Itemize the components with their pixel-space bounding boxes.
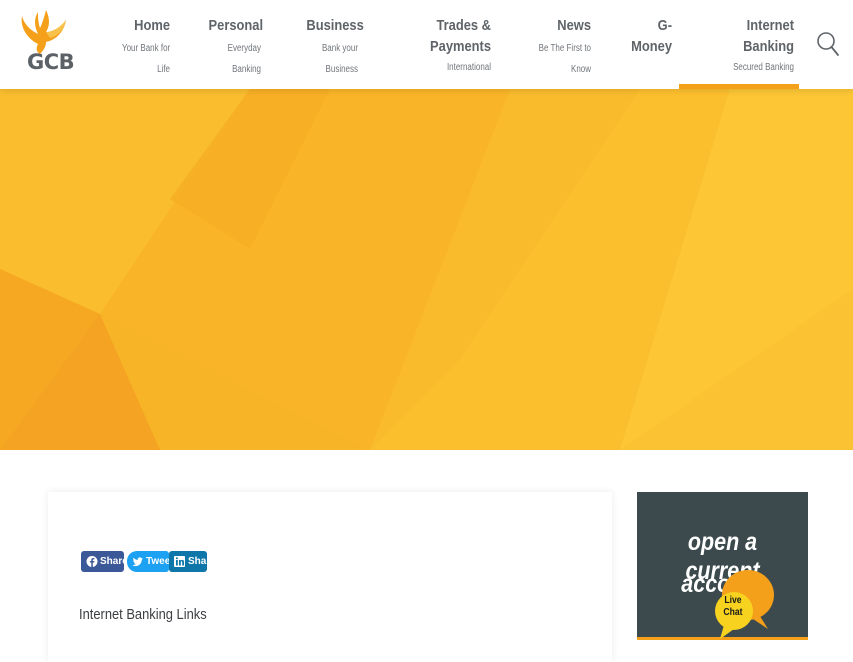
twitter-icon [132,555,144,568]
facebook-share-label: Share [100,556,128,567]
nav-trades-sub-1: International [446,62,491,73]
nav-personal-title: Personal [208,17,264,34]
nav-trades-title-2: Payments [430,38,491,55]
nav-news[interactable]: News Be The First to Know [520,15,591,80]
facebook-icon [86,555,98,568]
section-title: Internet Banking Links [79,606,207,623]
nav-internet-banking[interactable]: Internet Banking Secured Banking [712,15,794,78]
search-icon[interactable] [816,30,840,58]
logo-text: GCB [27,50,75,74]
nav-internet-sub-1: Secured Banking [733,62,794,73]
nav-business-title: Business [306,17,364,34]
nav-trades-title-1: Trades & [436,17,491,34]
linkedin-icon [174,555,186,568]
nav-business-sub-1: Bank your [321,43,358,54]
nav-home[interactable]: Home Your Bank for Life [110,15,170,80]
nav-personal[interactable]: Personal Everyday Banking [200,15,264,80]
nav-personal-sub-1: Everyday [227,43,261,54]
nav-internet-title-1: Internet [746,17,794,34]
nav-gmoney-title-2: Money [631,38,672,55]
nav-news-title: News [557,17,591,34]
live-chat-line-2: Chat [723,607,743,618]
nav-home-title: Home [134,17,170,34]
nav-internet-title-2: Banking [743,38,794,55]
linkedin-share-button[interactable]: Share [169,551,216,572]
live-chat-label[interactable]: Live Chat [718,595,749,619]
linkedin-share-label: Share [188,556,216,567]
nav-personal-sub-2: Banking [232,64,261,75]
hero-banner [0,89,853,450]
facebook-share-button[interactable]: Share [81,551,128,572]
nav-gmoney-title-1: G- [657,17,672,34]
nav-news-sub-1: Be The First to [538,43,591,54]
hero-background [0,89,853,450]
twitter-tweet-button[interactable]: Tweet [127,551,174,572]
gcb-logo[interactable]: GCB [16,8,75,78]
content-card [48,492,612,662]
nav-g-money[interactable]: G- Money [615,15,672,57]
nav-home-sub-1: Your Bank for [122,43,171,54]
nav-business[interactable]: Business Bank your Business [298,15,364,80]
nav-news-sub-2: Know [570,64,591,75]
nav-home-sub-2: Life [157,64,170,75]
site-header: GCB Home Your Bank for Life Personal Eve… [0,0,853,89]
nav-business-sub-2: Business [325,64,358,75]
nav-active-indicator [679,84,799,89]
nav-trades-payments[interactable]: Trades & Payments International [420,15,491,78]
live-chat-line-1: Live [724,595,742,606]
